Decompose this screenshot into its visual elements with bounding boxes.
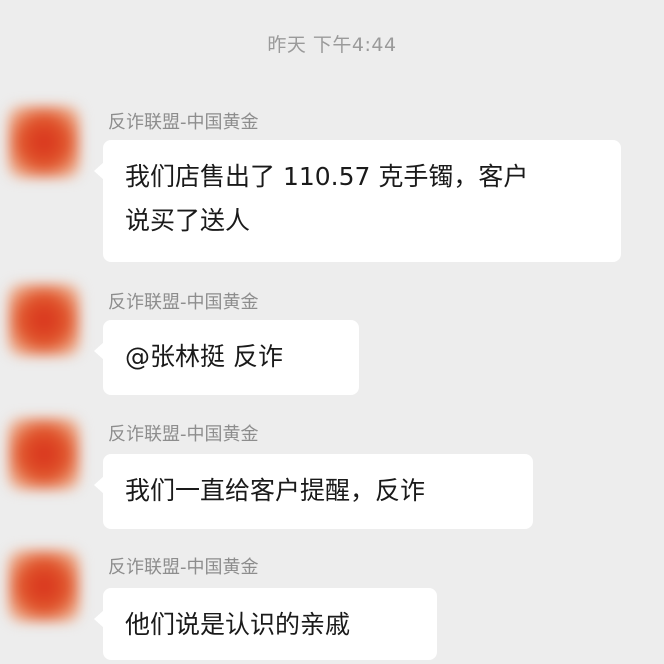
message-text-line: @张林挺 反诈 bbox=[125, 342, 283, 371]
message-bubble[interactable]: 我们一直给客户提醒，反诈 bbox=[94, 454, 533, 529]
avatar-icon[interactable] bbox=[8, 418, 80, 490]
avatar-icon[interactable] bbox=[8, 106, 80, 178]
sender-name: 反诈联盟-中国黄金 bbox=[108, 292, 259, 313]
avatar-icon[interactable] bbox=[8, 550, 80, 622]
chat-timestamp: 昨天 下午4:44 bbox=[267, 34, 397, 56]
message-text-line: 说买了送人 bbox=[125, 206, 251, 235]
sender-name: 反诈联盟-中国黄金 bbox=[108, 424, 259, 445]
message-bubble[interactable]: @张林挺 反诈 bbox=[94, 320, 359, 395]
message-bubble[interactable]: 他们说是认识的亲戚 bbox=[94, 588, 437, 660]
avatar-icon[interactable] bbox=[8, 284, 80, 356]
message-text-line: 我们店售出了 110.57 克手镯，客户 bbox=[125, 162, 529, 191]
message-text-line: 我们一直给客户提醒，反诈 bbox=[125, 476, 426, 505]
sender-name: 反诈联盟-中国黄金 bbox=[108, 557, 259, 578]
sender-name: 反诈联盟-中国黄金 bbox=[108, 112, 259, 133]
message-text-line: 他们说是认识的亲戚 bbox=[125, 610, 351, 639]
message-bubble[interactable]: 我们店售出了 110.57 克手镯，客户 说买了送人 bbox=[94, 140, 621, 262]
